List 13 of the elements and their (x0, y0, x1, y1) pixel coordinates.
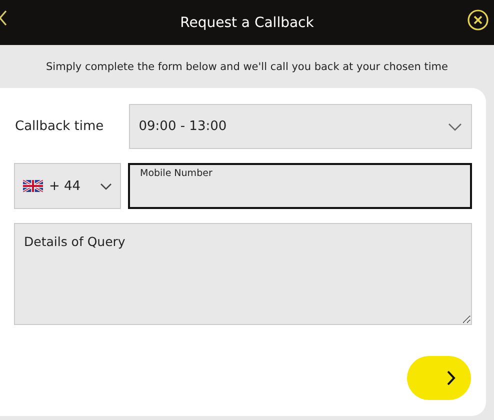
country-code-select[interactable]: + 44 (14, 163, 121, 209)
chevron-right-icon (446, 370, 456, 386)
close-icon[interactable] (467, 9, 489, 31)
callback-time-select[interactable]: 09:00 - 13:00 (128, 104, 472, 149)
flag-icon (23, 180, 43, 192)
chevron-down-icon (448, 122, 462, 130)
dialog-title: Request a Callback (180, 14, 314, 30)
details-field[interactable]: Details of Query (14, 223, 472, 325)
intro-text: Simply complete the form below and we'll call you back at your chosen time (46, 60, 448, 72)
mobile-number-field[interactable]: Mobile Number (128, 163, 472, 209)
callback-time-label: Callback time (14, 119, 105, 134)
chevron-down-icon (100, 182, 112, 190)
back-icon[interactable] (0, 10, 7, 26)
